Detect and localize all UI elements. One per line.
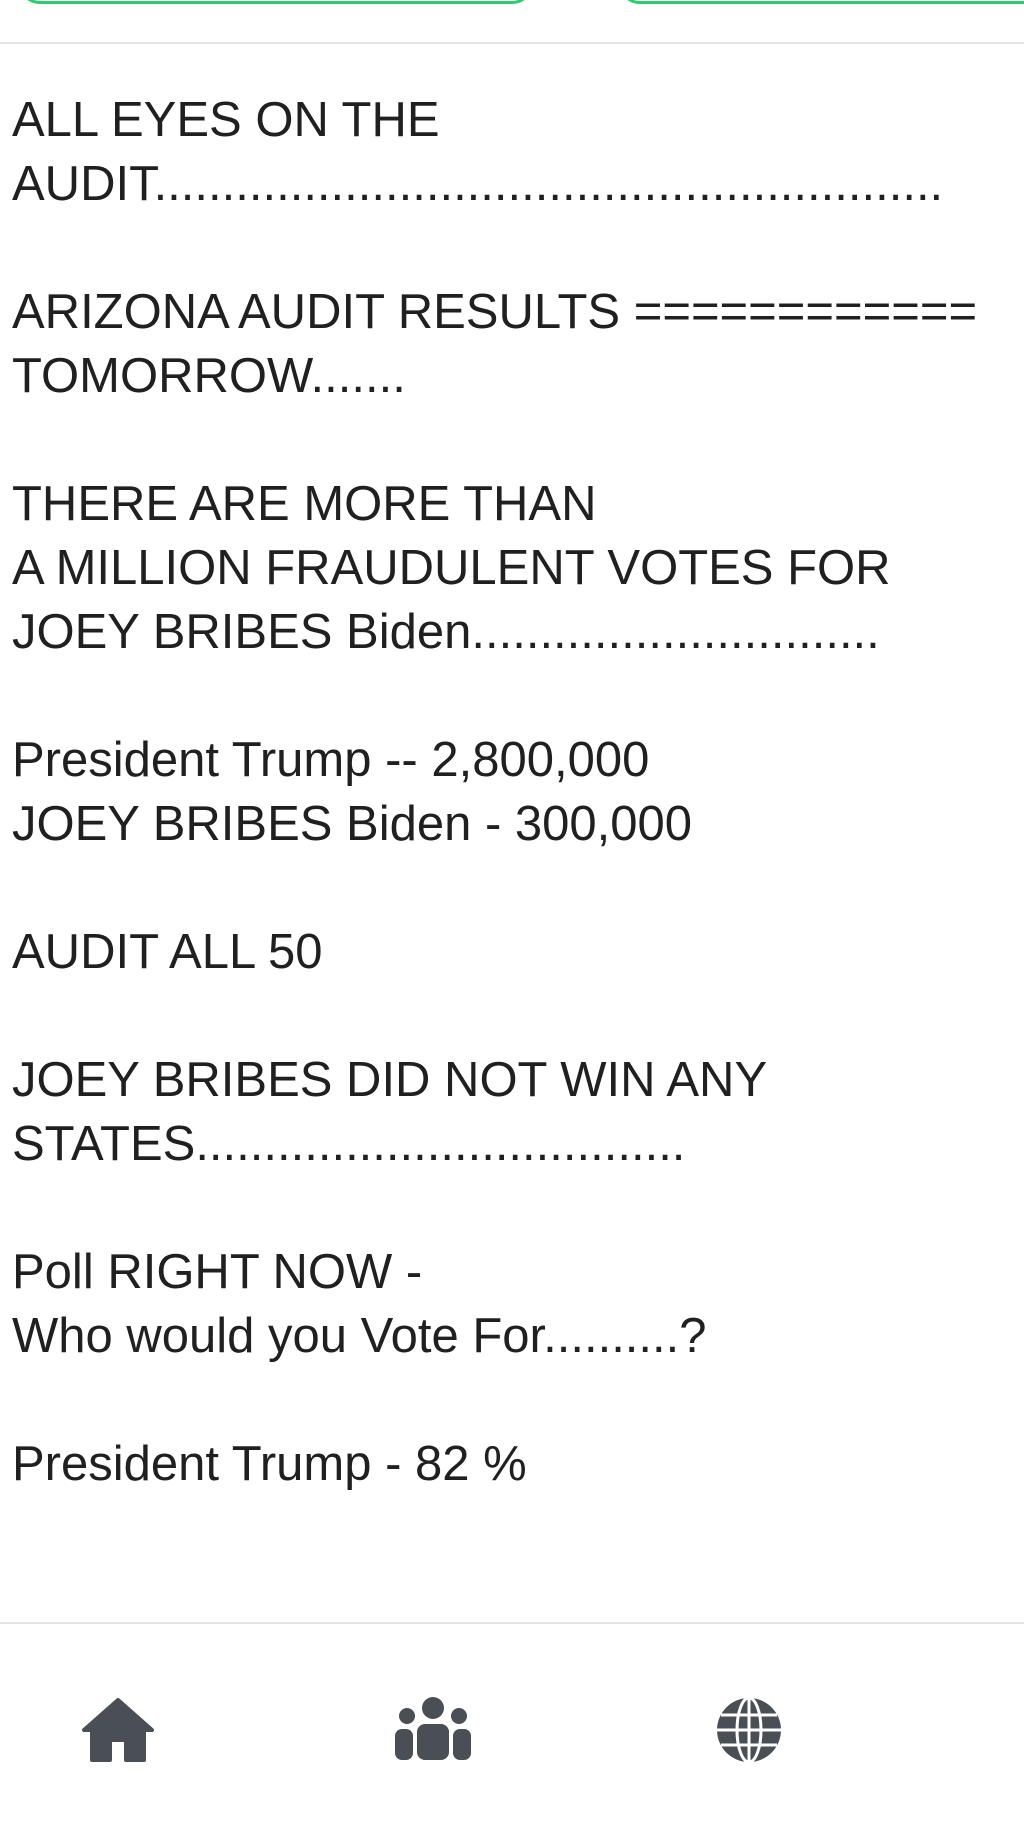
post-line: THERE ARE MORE THAN [12, 477, 597, 531]
post-line: ARIZONA AUDIT RESULTS ============ [12, 285, 978, 339]
post-line: JOEY BRIBES Biden - 300,000 [12, 797, 693, 851]
post-blank-line [12, 216, 1012, 280]
top-bar [0, 0, 1024, 44]
post-blank-line [12, 408, 1012, 472]
nav-world-button[interactable] [709, 1690, 789, 1770]
globe-icon [717, 1696, 781, 1764]
post-blank-line [12, 856, 1012, 920]
post-line: ALL EYES ON THE [12, 93, 440, 147]
nav-groups-button[interactable] [393, 1690, 473, 1770]
post-blank-line [12, 1368, 1012, 1432]
post-line: AUDIT ALL 50 [12, 925, 323, 979]
post-blank-line [12, 664, 1012, 728]
bottom-nav [0, 1622, 1024, 1823]
post-line: President Trump - 82 % [12, 1437, 527, 1491]
post-line: A MILLION FRAUDULENT VOTES FOR [12, 541, 891, 595]
nav-home-button[interactable] [78, 1690, 158, 1770]
post-line: JOEY BRIBES Biden.......................… [12, 605, 880, 659]
users-icon [395, 1697, 471, 1760]
post-blank-line [12, 1176, 1012, 1240]
post-line: Who would you Vote For..........? [12, 1309, 707, 1363]
post-line: AUDIT...................................… [12, 157, 944, 211]
post-blank-line [12, 984, 1012, 1048]
top-right-button[interactable] [618, 0, 1024, 4]
post-body: ALL EYES ON THE AUDIT...................… [12, 88, 1012, 1496]
post-line: President Trump -- 2,800,000 [12, 733, 650, 787]
post-line: STATES..................................… [12, 1117, 686, 1171]
top-left-button[interactable] [18, 0, 534, 4]
post-line: Poll RIGHT NOW - [12, 1245, 423, 1299]
post-line: JOEY BRIBES DID NOT WIN ANY [12, 1053, 768, 1107]
post-line: TOMORROW....... [12, 349, 406, 403]
home-icon [82, 1698, 154, 1762]
